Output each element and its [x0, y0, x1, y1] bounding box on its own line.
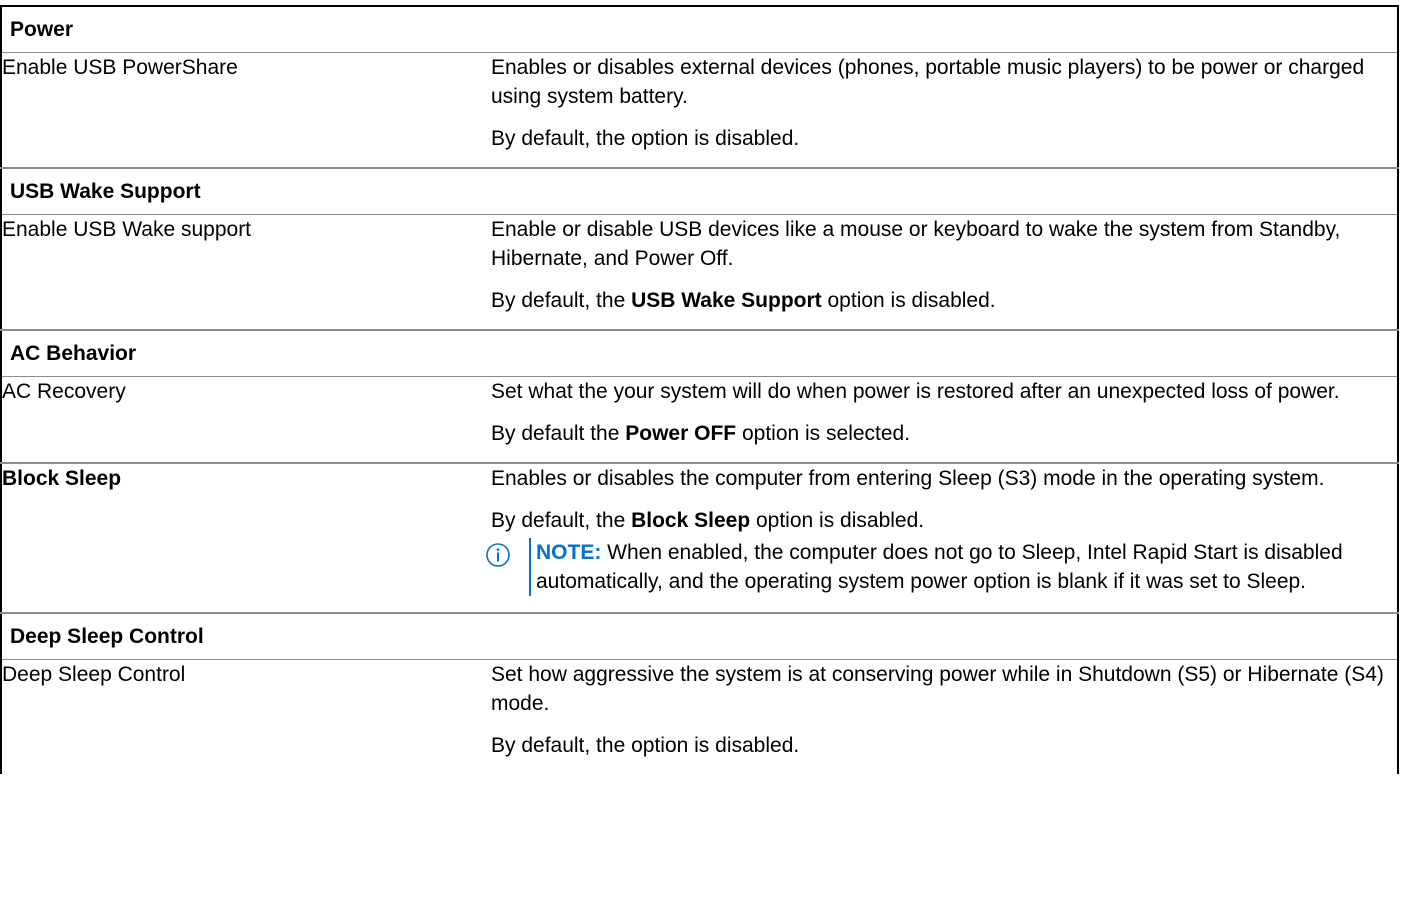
bios-options-table: Power Enable USB PowerShare Enables or d…: [0, 5, 1399, 774]
default-text: By default, the option is disabled.: [491, 127, 800, 150]
option-description: Set how aggressive the system is at cons…: [491, 660, 1398, 775]
description-text: Enables or disables external devices (ph…: [491, 56, 1365, 108]
note-body: When enabled, the computer does not go t…: [536, 541, 1343, 593]
default-option-name: USB Wake Support: [631, 289, 822, 312]
default-text: By default the Power OFF option is selec…: [491, 419, 1397, 448]
option-description: Set what the your system will do when po…: [491, 376, 1398, 464]
default-suffix: option is disabled.: [821, 289, 996, 312]
default-option-name: Block Sleep: [631, 509, 751, 532]
option-description: Enable or disable USB devices like a mou…: [491, 214, 1398, 331]
note-accent-bar: [529, 538, 531, 596]
option-description: Enables or disables external devices (ph…: [491, 52, 1398, 169]
option-description: Enables or disables the computer from en…: [486, 463, 1398, 614]
section-header-deep-sleep: Deep Sleep Control: [1, 613, 1398, 660]
table-row-block-sleep: Block Sleep Enables or disables the comp…: [1, 463, 1398, 614]
info-circle-icon: [486, 538, 521, 596]
default-option-name: Power OFF: [625, 422, 737, 445]
option-name: AC Recovery: [1, 376, 491, 464]
default-text: By default, the USB Wake Support option …: [491, 286, 1397, 315]
section-title: Deep Sleep Control: [1, 613, 1398, 660]
section-header-ac-behavior: AC Behavior: [1, 330, 1398, 377]
default-prefix: By default, the: [491, 509, 632, 532]
default-suffix: option is disabled.: [750, 509, 925, 532]
default-suffix: option is selected.: [736, 422, 911, 445]
note-text: NOTE: When enabled, the computer does no…: [536, 538, 1397, 596]
description-text: Set how aggressive the system is at cons…: [491, 663, 1384, 715]
description-text: Enables or disables the computer from en…: [491, 467, 1325, 490]
default-prefix: By default, the: [491, 289, 632, 312]
section-header-power: Power: [1, 6, 1398, 53]
table-row: Enable USB PowerShare Enables or disable…: [1, 52, 1398, 169]
table-row: Enable USB Wake support Enable or disabl…: [1, 214, 1398, 331]
description-text: Enable or disable USB devices like a mou…: [491, 218, 1341, 270]
default-text: By default, the option is disabled.: [491, 734, 800, 757]
option-name: Enable USB Wake support: [1, 214, 491, 331]
note-label: NOTE:: [536, 541, 602, 564]
description-text: Set what the your system will do when po…: [491, 380, 1340, 403]
section-title: AC Behavior: [1, 330, 1398, 377]
section-header-usb-wake: USB Wake Support: [1, 168, 1398, 215]
table-row: Deep Sleep Control Set how aggressive th…: [1, 660, 1398, 775]
option-name: Block Sleep: [1, 463, 491, 614]
note-callout: NOTE: When enabled, the computer does no…: [486, 538, 1397, 596]
section-title: USB Wake Support: [1, 168, 1398, 215]
option-name: Deep Sleep Control: [2, 663, 186, 686]
option-name: Enable USB PowerShare: [1, 52, 491, 169]
table-row: AC Recovery Set what the your system wil…: [1, 376, 1398, 464]
default-text: By default, the Block Sleep option is di…: [491, 506, 1397, 535]
default-prefix: By default the: [491, 422, 626, 445]
bios-options-page: Power Enable USB PowerShare Enables or d…: [0, 0, 1405, 918]
section-title: Power: [1, 6, 1398, 53]
